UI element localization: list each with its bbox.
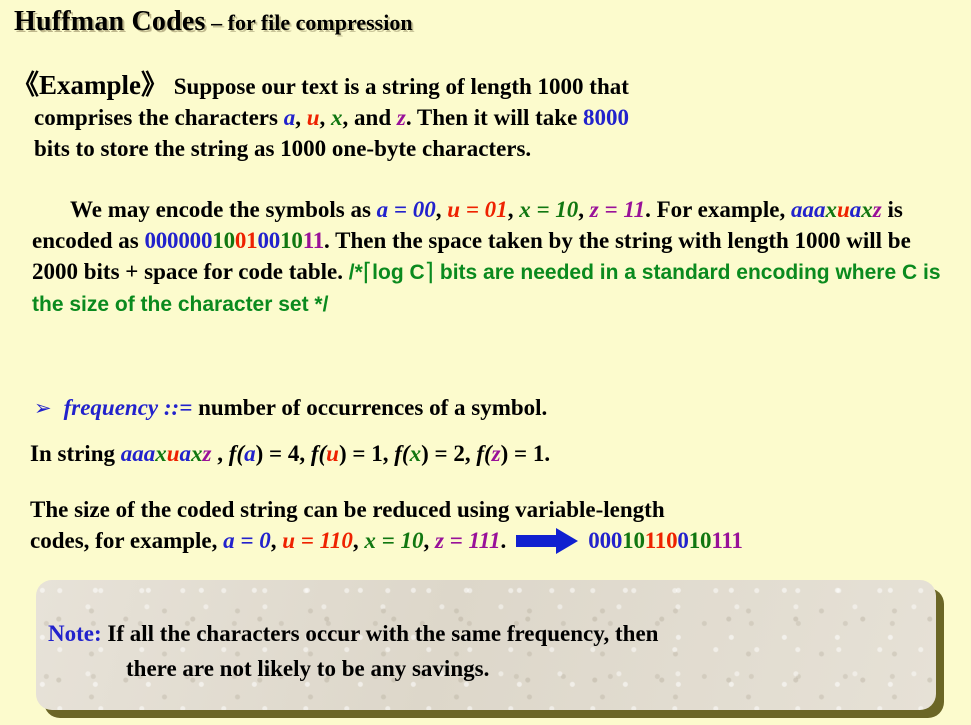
arrow-bullet-icon: ➢ (34, 396, 52, 420)
encoding-paragraph: We may encode the symbols as a = 00, u =… (32, 194, 962, 320)
frequency-values-line: In string aaaxuaxz , f(a) = 4, f(u) = 1,… (30, 438, 960, 469)
title-main: Huffman Codes (14, 6, 206, 37)
example-label: 《Example》 (12, 70, 169, 100)
instr-char-z-1: z (202, 441, 212, 466)
example-comma-2: , (319, 105, 332, 130)
string-char-a-1: aaa (790, 197, 826, 222)
freq-arg-x: x (409, 441, 422, 466)
result-segment-1: 000 (588, 528, 623, 553)
encoding-sep-2: , (507, 197, 520, 222)
string-char-z-1: z (872, 197, 882, 222)
string-char-u-1: u (836, 197, 850, 222)
symbol-u: u (306, 105, 320, 130)
varlen-line1: The size of the coded string can be redu… (30, 497, 665, 522)
comment-log: log (372, 261, 410, 284)
varlen-period: . (500, 528, 507, 553)
symbol-x: x (331, 105, 343, 130)
freq-value-u: ) = 1, (338, 441, 395, 466)
instr-char-a-2: a (179, 441, 192, 466)
result-segment-2: 10 (622, 528, 645, 553)
freq-fn-z-open: f( (476, 441, 492, 466)
string-char-x-2: x (861, 197, 873, 222)
string-char-x-1: x (825, 197, 837, 222)
example-line2-suffix: . Then it will take (405, 105, 584, 130)
result-segment-5: 10 (688, 528, 712, 553)
freq-fn-a-open: f( (228, 441, 245, 466)
comment-open: /* (348, 261, 363, 284)
code-segment-4: 00 (257, 228, 281, 253)
freq-fn-x-open: f( (394, 441, 410, 466)
ceiling-close-icon: ⌉ (424, 258, 435, 286)
varlen-sep-3: , (423, 528, 435, 553)
bits-count-8000: 8000 (583, 105, 630, 130)
note-line1: If all the characters occur with the sam… (101, 621, 659, 646)
note-box: Note: If all the characters occur with t… (36, 580, 936, 710)
page-title: Huffman Codes – for file compression (14, 6, 413, 38)
varlen-sep-1: , (270, 528, 283, 553)
instr-char-a-1: aaa (120, 441, 156, 466)
code-segment-3: 01 (234, 228, 258, 253)
freq-value-a: ) = 4, (255, 441, 311, 466)
code-x-equals-10: x = 10 (519, 197, 579, 222)
comment-var-C: C (409, 261, 425, 284)
note-text: Note: If all the characters occur with t… (48, 616, 924, 686)
title-dash: – (205, 10, 228, 35)
bullet-frequency: ➢ frequency ::= number of occurrences of … (34, 392, 954, 424)
varcode-z: z = 111 (434, 528, 501, 553)
freq-value-x: ) = 2, (421, 441, 477, 466)
result-segment-6: 111 (711, 528, 743, 553)
code-segment-2: 10 (212, 228, 235, 253)
freq-arg-u: u (326, 441, 339, 466)
right-arrow-icon (516, 527, 579, 554)
example-paragraph: 《Example》 Suppose our text is a string o… (12, 70, 952, 164)
in-string-prefix: In string (30, 441, 121, 466)
example-line1: Suppose our text is a string of length 1… (173, 74, 629, 99)
bullet-term: frequency ::= (63, 395, 193, 420)
string-char-a-2: a (849, 197, 862, 222)
bullet-definition: number of occurrences of a symbol. (192, 395, 548, 420)
example-and: , and (342, 105, 397, 130)
result-segment-3: 110 (644, 528, 678, 553)
title-subtitle: for file compression (227, 10, 413, 35)
freq-fn-u-open: f( (310, 441, 327, 466)
variable-length-paragraph: The size of the coded string can be redu… (30, 494, 971, 556)
code-z-equals-11: z = 11 (589, 197, 646, 222)
code-a-equals-00: a = 00 (376, 197, 436, 222)
varcode-a: a = 0 (223, 528, 271, 553)
varlen-sep-2: , (352, 528, 365, 553)
varlen-line2-prefix: codes, for example, (30, 528, 224, 553)
encoding-example-intro: . For example, (645, 197, 791, 222)
note-line2: there are not likely to be any savings. (126, 656, 490, 681)
encoding-sep-1: , (435, 197, 448, 222)
freq-value-z: ) = 1. (500, 441, 551, 466)
comment-var-C-2: C (902, 261, 918, 284)
varcode-x: x = 10 (364, 528, 424, 553)
ceiling-open-icon: ⌈ (362, 258, 373, 286)
instr-comma: , (211, 441, 229, 466)
freq-arg-z: z (491, 441, 501, 466)
encoding-sep-3: , (578, 197, 590, 222)
code-segment-1: 000000 (144, 228, 213, 253)
code-u-equals-01: u = 01 (447, 197, 508, 222)
symbol-z: z (396, 105, 406, 130)
comment-middle: bits are needed in a standard encoding w… (434, 261, 902, 284)
example-comma-1: , (295, 105, 307, 130)
instr-char-x-2: x (191, 441, 203, 466)
code-segment-5: 10 (280, 228, 303, 253)
symbol-a: a (283, 105, 296, 130)
varcode-u: u = 110 (282, 528, 353, 553)
encoding-intro: We may encode the symbols as (70, 197, 377, 222)
slide: Huffman Codes – for file compression 《Ex… (0, 0, 971, 725)
instr-char-x-1: x (155, 441, 167, 466)
instr-char-u-1: u (166, 441, 180, 466)
note-label: Note: (48, 621, 102, 646)
freq-arg-a: a (244, 441, 256, 466)
example-line3: bits to store the string as 1000 one-byt… (34, 136, 532, 161)
code-segment-6: 11 (302, 228, 325, 253)
example-line2-prefix: comprises the characters (34, 105, 284, 130)
result-segment-4: 0 (677, 528, 689, 553)
